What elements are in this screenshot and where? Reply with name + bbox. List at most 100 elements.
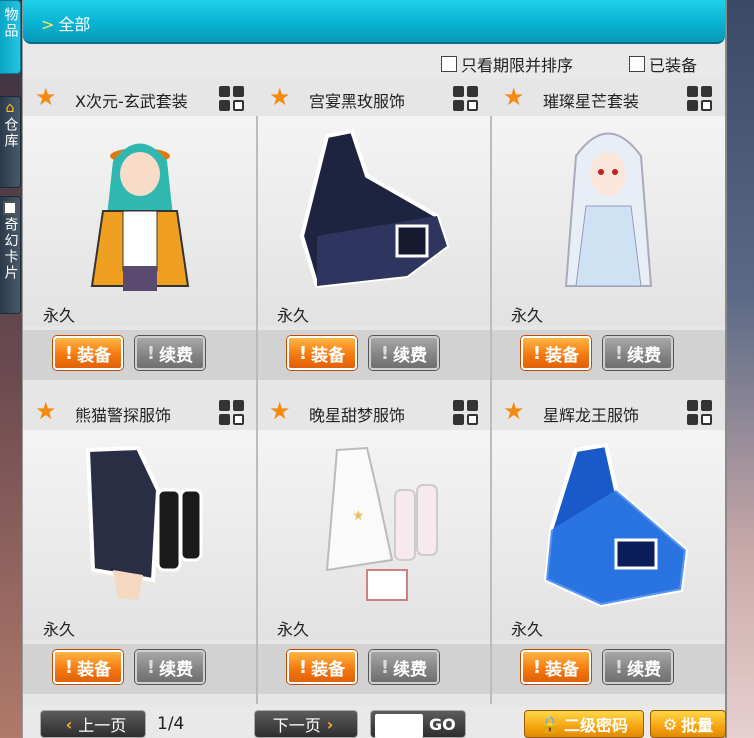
house-icon: ⌂ — [5, 100, 15, 116]
page-jump: GO — [370, 710, 466, 738]
filter-limited[interactable]: 只看期限并排序 — [441, 52, 573, 76]
item-duration: 永久 — [277, 620, 310, 639]
equip-label: 装备 — [545, 345, 580, 366]
exclamation-icon: ! — [532, 342, 542, 364]
item-card[interactable]: ★ X次元-玄武套装 永久 ! 装备 ! 续费 — [23, 78, 257, 392]
chevron-left-icon: ‹ — [65, 714, 73, 734]
item-card-header: ★ 璀璨星芒套装 — [491, 78, 725, 116]
equipped-checkbox[interactable] — [629, 56, 645, 72]
dress-figure — [299, 128, 450, 289]
renew-button[interactable]: ! 续费 — [135, 336, 205, 370]
item-name: 星辉龙王服饰 — [543, 406, 640, 425]
secondary-password-button[interactable]: 🔒 二级密码 — [524, 710, 644, 738]
lock-icon: 🔒 — [540, 714, 560, 734]
item-image[interactable]: ★ — [257, 430, 491, 640]
item-card-header: ★ 星辉龙王服饰 — [491, 392, 725, 430]
limited-only-checkbox[interactable] — [441, 56, 457, 72]
item-name: 宫宴黑玫服饰 — [309, 92, 406, 111]
filter-equipped[interactable]: 已装备 — [629, 52, 697, 76]
item-card[interactable]: ★ 熊猫警探服饰 永久 ! 装备 ! 续费 — [23, 392, 257, 706]
item-name: 熊猫警探服饰 — [75, 406, 172, 425]
side-tab-items[interactable]: 物品 — [0, 0, 21, 74]
item-card-header: ★ 熊猫警探服饰 — [23, 392, 257, 430]
item-name: X次元-玄武套装 — [75, 92, 188, 111]
prev-page-label: 上一页 — [78, 716, 127, 735]
inventory-panel: > 全部 只看期限并排序 已装备 ★ X次元-玄武套装 永久 ! 装备 ! 续费… — [22, 0, 727, 738]
prev-page-button[interactable]: ‹ 上一页 — [40, 710, 146, 738]
chevron-right-icon: › — [326, 714, 334, 734]
renew-button[interactable]: ! 续费 — [369, 336, 439, 370]
equip-label: 装备 — [311, 659, 346, 680]
renew-label: 续费 — [627, 659, 662, 680]
grid-icon[interactable] — [453, 86, 479, 112]
equip-button[interactable]: ! 装备 — [521, 650, 591, 684]
column-divider — [256, 116, 258, 704]
side-tab-cards-label: 奇幻卡片 — [2, 217, 19, 281]
grid-icon[interactable] — [219, 400, 245, 426]
batch-button[interactable]: ⚙ 批量 — [650, 710, 726, 738]
item-card[interactable]: ★ 宫宴黑玫服饰 永久 ! 装备 ! 续费 — [257, 78, 491, 392]
item-actions: ! 装备 ! 续费 — [23, 330, 257, 380]
star-icon[interactable]: ★ — [503, 399, 525, 423]
grid-icon[interactable] — [453, 400, 479, 426]
side-tab-cards[interactable]: 奇幻卡片 — [0, 196, 21, 314]
item-image[interactable] — [23, 116, 257, 326]
star-icon[interactable]: ★ — [35, 85, 57, 109]
item-image[interactable] — [491, 430, 725, 640]
renew-button[interactable]: ! 续费 — [369, 650, 439, 684]
next-page-label: 下一页 — [272, 716, 321, 735]
item-card[interactable]: ★ 璀璨星芒套装 永久 ! 装备 ! 续费 — [491, 78, 725, 392]
character-figure — [90, 143, 190, 291]
item-duration: 永久 — [511, 306, 544, 325]
equip-label: 装备 — [77, 345, 112, 366]
exclamation-icon: ! — [146, 656, 156, 678]
star-icon[interactable]: ★ — [269, 85, 291, 109]
dress-figure: ★ — [325, 446, 438, 601]
renew-label: 续费 — [159, 345, 194, 366]
grid-icon[interactable] — [687, 86, 713, 112]
breadcrumb-label: 全部 — [58, 15, 91, 34]
equip-button[interactable]: ! 装备 — [287, 650, 357, 684]
card-icon — [3, 201, 17, 215]
exclamation-icon: ! — [614, 656, 624, 678]
star-icon[interactable]: ★ — [503, 85, 525, 109]
grid-icon[interactable] — [219, 86, 245, 112]
renew-button[interactable]: ! 续费 — [603, 650, 673, 684]
item-card[interactable]: ★ 晚星甜梦服饰 ★ 永久 ! 装备 ! 续费 — [257, 392, 491, 706]
gear-icon: ⚙ — [662, 714, 678, 734]
equip-button[interactable]: ! 装备 — [53, 336, 123, 370]
exclamation-icon: ! — [298, 656, 308, 678]
star-icon[interactable]: ★ — [269, 399, 291, 423]
item-duration: 永久 — [511, 620, 544, 639]
breadcrumb[interactable]: > 全部 — [41, 11, 90, 35]
renew-button[interactable]: ! 续费 — [135, 650, 205, 684]
exclamation-icon: ! — [298, 342, 308, 364]
limited-only-label: 只看期限并排序 — [461, 56, 574, 75]
svg-text:★: ★ — [352, 508, 365, 524]
equip-label: 装备 — [545, 659, 580, 680]
item-card-header: ★ 宫宴黑玫服饰 — [257, 78, 491, 116]
equipped-label: 已装备 — [649, 56, 698, 75]
equip-button[interactable]: ! 装备 — [53, 650, 123, 684]
next-page-button[interactable]: 下一页 › — [254, 710, 358, 738]
grid-icon[interactable] — [687, 400, 713, 426]
exclamation-icon: ! — [614, 342, 624, 364]
equip-label: 装备 — [311, 345, 346, 366]
go-button[interactable]: GO — [429, 715, 456, 734]
exclamation-icon: ! — [380, 656, 390, 678]
item-actions: ! 装备 ! 续费 — [491, 644, 725, 694]
item-card[interactable]: ★ 星辉龙王服饰 永久 ! 装备 ! 续费 — [491, 392, 725, 706]
star-icon[interactable]: ★ — [35, 399, 57, 423]
renew-button[interactable]: ! 续费 — [603, 336, 673, 370]
equip-label: 装备 — [77, 659, 112, 680]
item-image[interactable] — [257, 116, 491, 326]
side-tab-warehouse[interactable]: ⌂ 仓库 — [0, 96, 21, 188]
gown-figure — [543, 442, 689, 608]
page-jump-input[interactable] — [375, 714, 423, 738]
item-image[interactable] — [491, 116, 725, 326]
equip-button[interactable]: ! 装备 — [287, 336, 357, 370]
equip-button[interactable]: ! 装备 — [521, 336, 591, 370]
item-image[interactable] — [23, 430, 257, 640]
item-card-header: ★ 晚星甜梦服饰 — [257, 392, 491, 430]
column-divider — [490, 116, 492, 704]
